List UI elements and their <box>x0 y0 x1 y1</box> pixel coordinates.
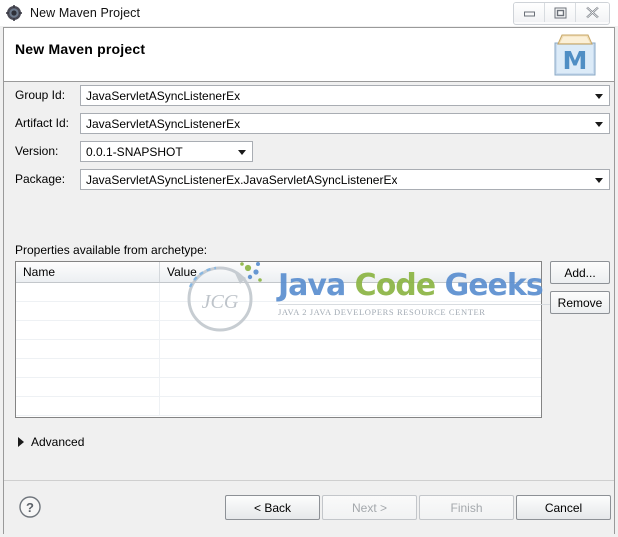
table-row[interactable] <box>16 321 541 340</box>
new-maven-project-dialog: New Maven Project New Maven project M Gr… <box>0 0 618 537</box>
column-header-name[interactable]: Name <box>16 262 160 282</box>
chevron-right-icon <box>18 437 24 447</box>
back-button[interactable]: < Back <box>225 495 320 520</box>
cell-name <box>16 321 160 339</box>
svg-text:M: M <box>563 46 588 75</box>
cell-value <box>160 378 541 396</box>
dialog-frame: New Maven project M Group Id: JavaServle… <box>3 27 615 535</box>
group-id-combo[interactable]: JavaServletASyncListenerEx <box>80 85 610 106</box>
cell-name <box>16 302 160 320</box>
table-row[interactable] <box>16 397 541 416</box>
table-row[interactable] <box>16 378 541 397</box>
finish-button[interactable]: Finish <box>419 495 514 520</box>
page-title: New Maven project <box>15 41 146 57</box>
advanced-label: Advanced <box>31 435 85 449</box>
cell-name <box>16 340 160 358</box>
table-header-row: Name Value <box>16 262 541 283</box>
table-row[interactable] <box>16 283 541 302</box>
group-id-value: JavaServletASyncListenerEx <box>86 88 241 103</box>
cancel-button[interactable]: Cancel <box>516 495 611 520</box>
cell-value <box>160 359 541 377</box>
artifact-id-value: JavaServletASyncListenerEx <box>86 116 241 131</box>
window-title: New Maven Project <box>30 6 141 20</box>
cell-name <box>16 359 160 377</box>
artifact-id-label: Artifact Id: <box>15 116 70 130</box>
table-body <box>16 283 541 416</box>
cell-value <box>160 340 541 358</box>
remove-property-button[interactable]: Remove <box>550 291 610 314</box>
maximize-button[interactable] <box>545 3 576 22</box>
version-label: Version: <box>15 144 59 158</box>
cell-name <box>16 397 160 415</box>
column-header-value[interactable]: Value <box>160 262 541 282</box>
cell-value <box>160 302 541 320</box>
artifact-id-combo[interactable]: JavaServletASyncListenerEx <box>80 113 610 134</box>
cell-name <box>16 378 160 396</box>
title-bar: New Maven Project <box>0 0 618 26</box>
table-row[interactable] <box>16 359 541 378</box>
version-combo[interactable]: 0.0.1-SNAPSHOT <box>80 141 253 162</box>
maven-gear-icon <box>6 5 22 21</box>
chevron-down-icon <box>238 149 246 155</box>
advanced-section-toggle[interactable]: Advanced <box>18 435 84 449</box>
window-controls <box>513 2 610 25</box>
cell-value <box>160 397 541 415</box>
table-row[interactable] <box>16 340 541 359</box>
table-row[interactable] <box>16 302 541 321</box>
maven-folder-icon: M <box>548 32 602 78</box>
wizard-header: New Maven project M <box>4 28 614 82</box>
help-question-icon[interactable]: ? <box>18 495 42 519</box>
chevron-down-icon <box>595 121 603 127</box>
package-value: JavaServletASyncListenerEx.JavaServletAS… <box>86 172 398 187</box>
svg-text:?: ? <box>26 500 34 515</box>
dialog-button-bar: ? < Back Next > Finish Cancel <box>4 480 614 535</box>
close-button[interactable] <box>576 3 609 22</box>
chevron-down-icon <box>595 177 603 183</box>
cell-value <box>160 283 541 301</box>
cell-value <box>160 321 541 339</box>
cell-name <box>16 283 160 301</box>
package-combo[interactable]: JavaServletASyncListenerEx.JavaServletAS… <box>80 169 610 190</box>
properties-label: Properties available from archetype: <box>15 243 208 257</box>
package-label: Package: <box>15 172 66 186</box>
add-property-button[interactable]: Add... <box>550 261 610 284</box>
minimize-button[interactable] <box>514 3 545 22</box>
next-button[interactable]: Next > <box>322 495 417 520</box>
version-value: 0.0.1-SNAPSHOT <box>86 144 183 159</box>
group-id-label: Group Id: <box>15 88 66 102</box>
wizard-content: Group Id: JavaServletASyncListenerEx Art… <box>4 83 614 479</box>
chevron-down-icon <box>595 93 603 99</box>
properties-table[interactable]: Name Value <box>15 261 542 418</box>
